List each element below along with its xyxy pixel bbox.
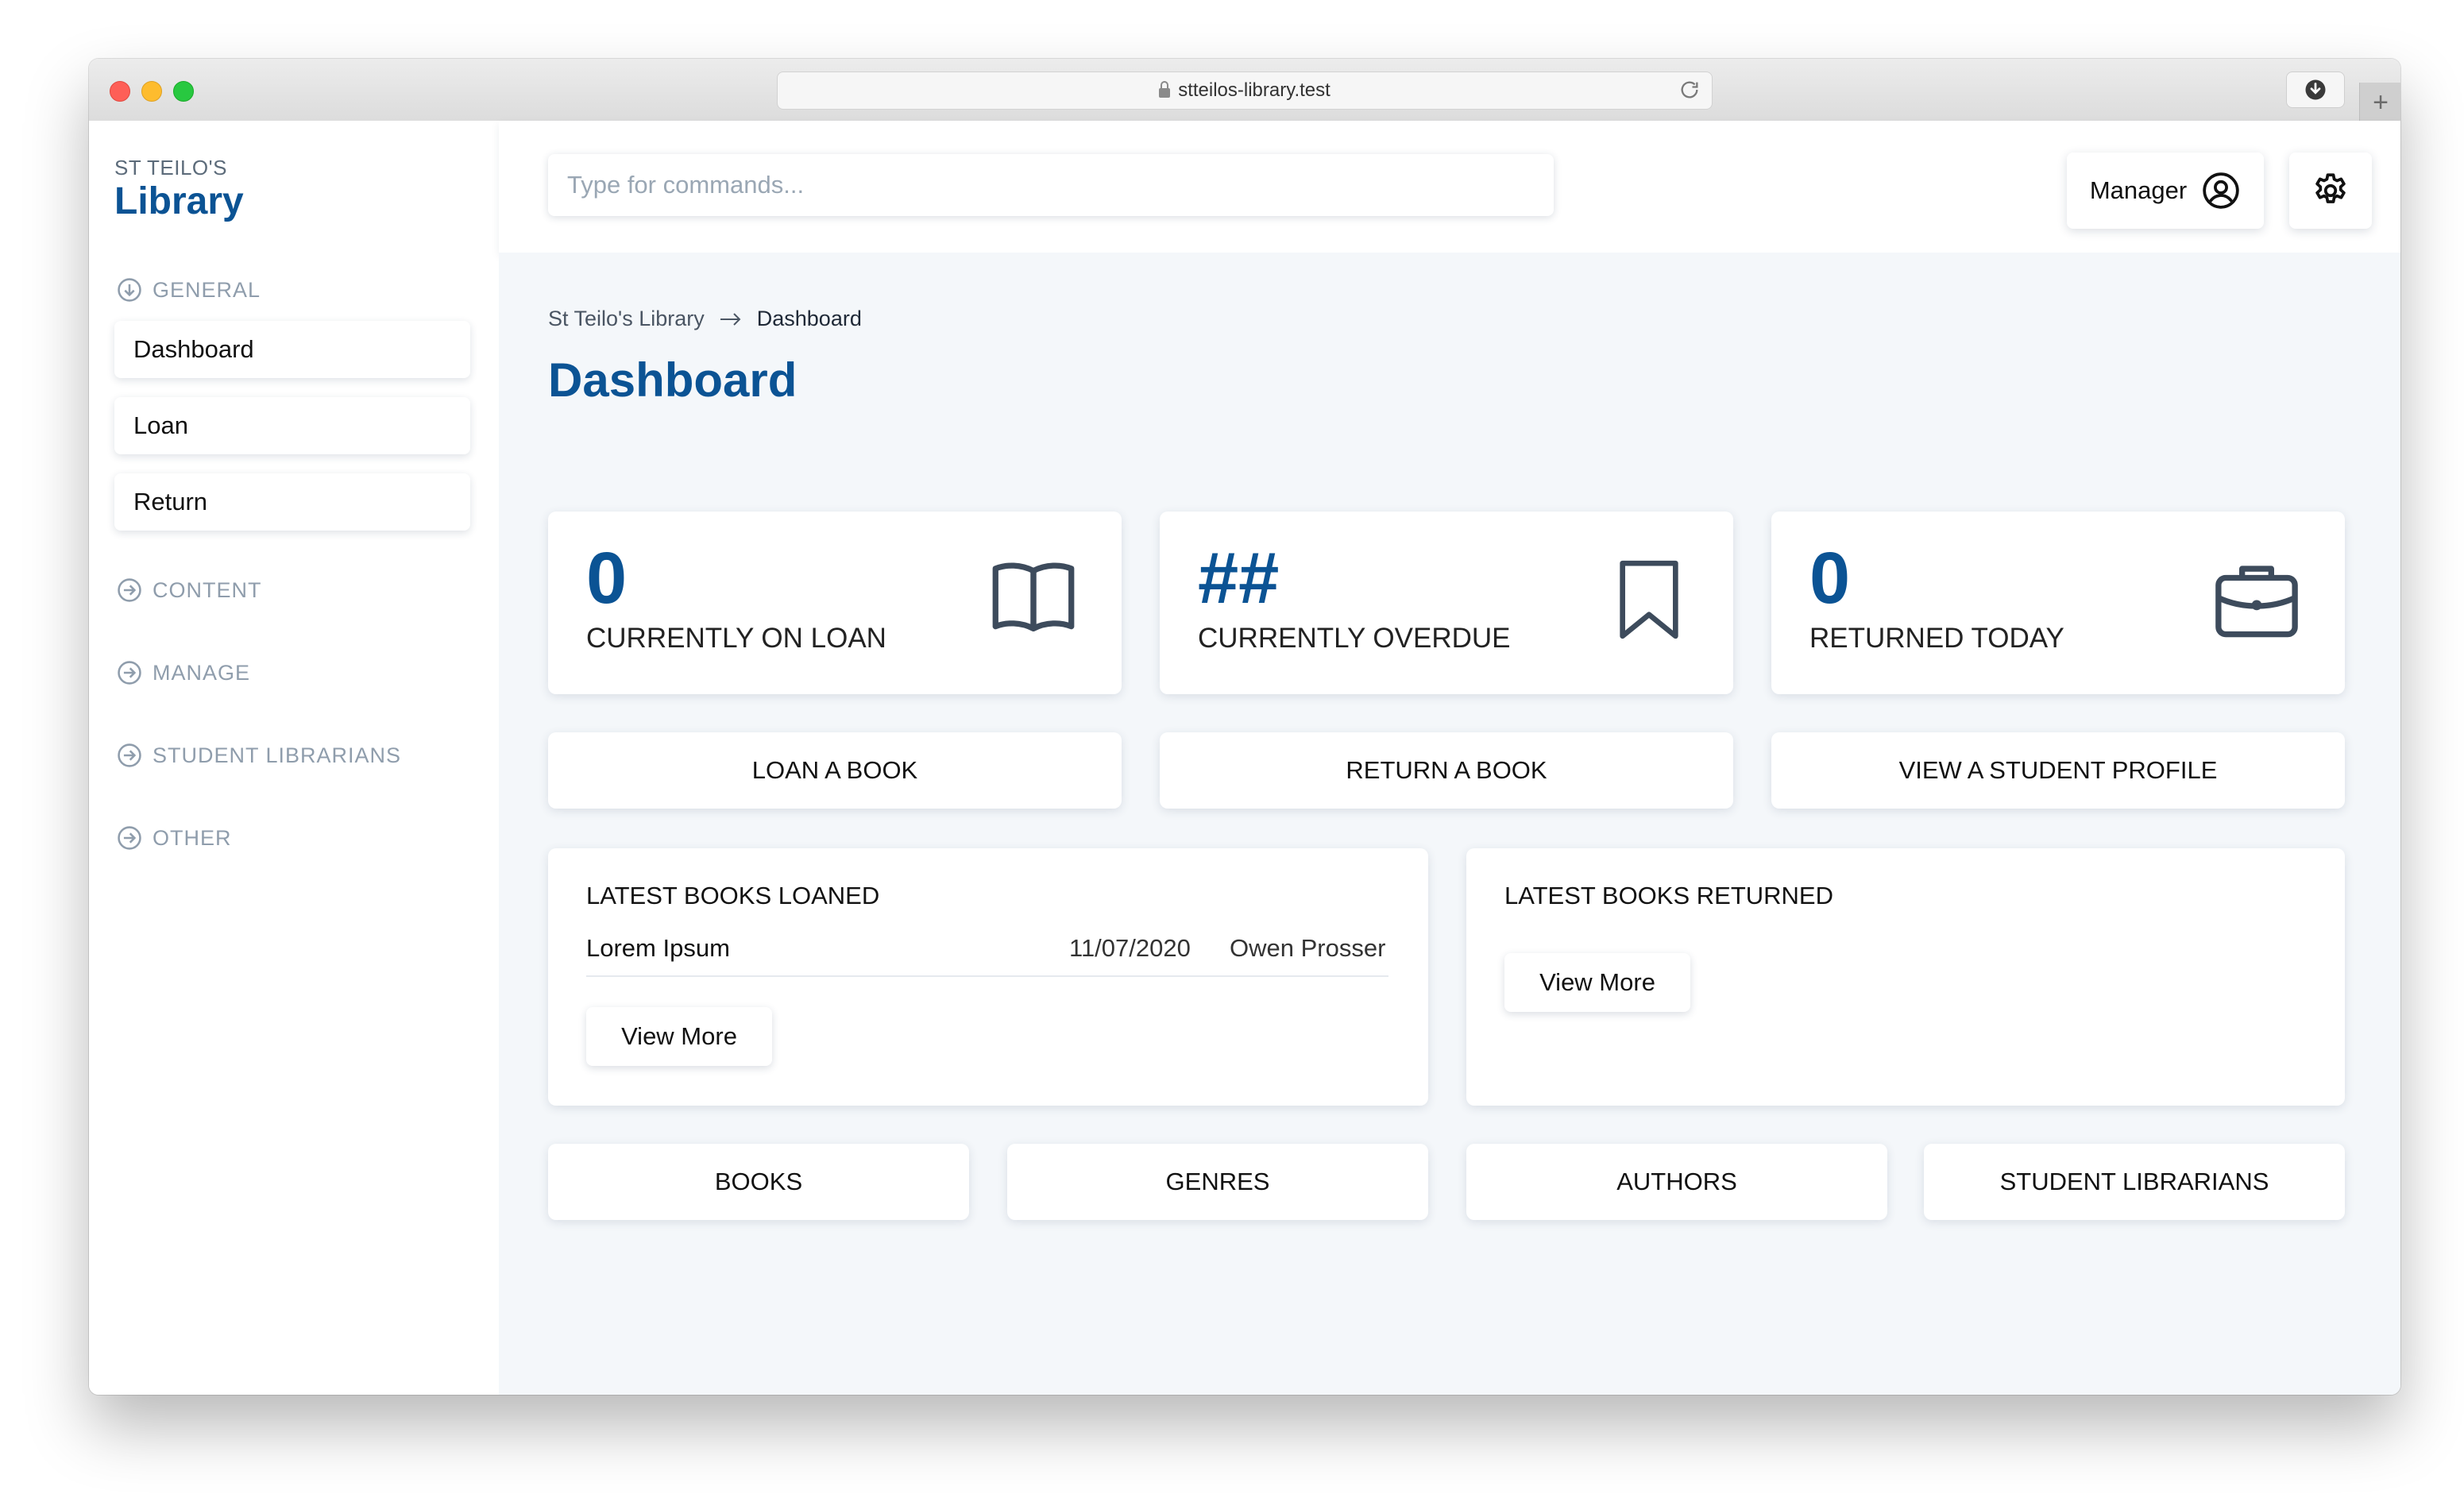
arrow-down-circle-icon (118, 278, 141, 302)
brand-subtitle: ST TEILO'S (114, 156, 227, 180)
download-icon (2305, 79, 2326, 100)
latest-loaned-panel: LATEST BOOKS LOANED Lorem Ipsum 11/07/20… (548, 848, 1428, 1106)
reload-icon[interactable] (1678, 79, 1701, 101)
user-label: Manager (2089, 176, 2188, 204)
book-title: Lorem Ipsum (586, 934, 730, 962)
minimize-window-button[interactable] (141, 81, 162, 102)
browser-window: stteilos-library.test + ST TEILO'S Libra… (89, 59, 2400, 1395)
stat-label: RETURNED TODAY (1809, 623, 2064, 654)
top-bar: Manager (499, 121, 2400, 253)
stat-label: CURRENTLY ON LOAN (586, 623, 886, 654)
stat-card-overdue: ## CURRENTLY OVERDUE (1160, 512, 1733, 694)
section-label: OTHER (153, 825, 232, 850)
url-text: stteilos-library.test (1178, 79, 1330, 101)
section-label: CONTENT (153, 577, 262, 602)
maximize-window-button[interactable] (173, 81, 194, 102)
section-general[interactable]: GENERAL (116, 276, 261, 303)
sidebar-item-dashboard[interactable]: Dashboard (114, 321, 470, 378)
book-open-icon (992, 562, 1075, 631)
brand-title[interactable]: Library (114, 180, 244, 223)
lock-icon (1159, 81, 1171, 98)
stat-value: ## (1198, 538, 1280, 619)
authors-link-button[interactable]: AUTHORS (1466, 1144, 1887, 1220)
genres-link-button[interactable]: GENRES (1007, 1144, 1428, 1220)
sidebar-item-loan[interactable]: Loan (114, 397, 470, 454)
briefcase-icon (2215, 566, 2298, 638)
stat-value: 0 (1809, 538, 1851, 619)
new-tab-button[interactable]: + (2359, 83, 2400, 121)
settings-button[interactable] (2289, 153, 2372, 229)
loan-a-book-button[interactable]: LOAN A BOOK (548, 732, 1122, 809)
close-window-button[interactable] (110, 81, 130, 102)
page-title: Dashboard (548, 353, 798, 407)
stat-card-on-loan: 0 CURRENTLY ON LOAN (548, 512, 1122, 694)
stat-label: CURRENTLY OVERDUE (1198, 623, 1511, 654)
arrow-right-circle-icon (118, 743, 141, 767)
view-student-profile-button[interactable]: VIEW A STUDENT PROFILE (1771, 732, 2345, 809)
arrow-right-circle-icon (118, 578, 141, 602)
breadcrumb-current: Dashboard (756, 307, 862, 330)
arrow-right-circle-icon (118, 826, 141, 850)
table-row[interactable]: Lorem Ipsum 11/07/2020 Owen Prosser (586, 931, 1388, 977)
downloads-button[interactable] (2286, 71, 2345, 108)
section-manage[interactable]: MANAGE (116, 659, 250, 686)
latest-returned-panel: LATEST BOOKS RETURNED View More (1466, 848, 2345, 1106)
loan-date: 11/07/2020 (1069, 934, 1191, 962)
stat-card-returned-today: 0 RETURNED TODAY (1771, 512, 2345, 694)
sidebar: ST TEILO'S Library GENERAL Dashboard Loa… (89, 121, 500, 1395)
breadcrumb: St Teilo's Library Dashboard (548, 307, 862, 331)
sidebar-item-label: Dashboard (133, 335, 254, 363)
user-circle-icon (2203, 172, 2239, 209)
stat-value: 0 (586, 538, 628, 619)
return-a-book-button[interactable]: RETURN A BOOK (1160, 732, 1733, 809)
main-content: St Teilo's Library Dashboard Dashboard 0… (499, 253, 2400, 1395)
arrow-right-circle-icon (118, 661, 141, 685)
books-link-button[interactable]: BOOKS (548, 1144, 969, 1220)
student-librarians-link-button[interactable]: STUDENT LIBRARIANS (1924, 1144, 2345, 1220)
panel-title: LATEST BOOKS RETURNED (1504, 882, 1833, 909)
panel-title: LATEST BOOKS LOANED (586, 882, 880, 909)
section-label: GENERAL (153, 277, 261, 302)
section-label: STUDENT LIBRARIANS (153, 743, 402, 767)
user-menu-button[interactable]: Manager (2067, 153, 2264, 229)
section-label: MANAGE (153, 660, 251, 685)
view-more-loaned-button[interactable]: View More (586, 1007, 772, 1066)
sidebar-item-return[interactable]: Return (114, 473, 470, 531)
sidebar-item-label: Return (133, 488, 208, 515)
sidebar-item-label: Loan (133, 411, 188, 439)
section-other[interactable]: OTHER (116, 824, 232, 851)
section-student-librarians[interactable]: STUDENT LIBRARIANS (116, 742, 401, 769)
browser-titlebar: stteilos-library.test + (89, 59, 2400, 122)
gear-icon (2315, 173, 2346, 203)
breadcrumb-root[interactable]: St Teilo's Library (548, 307, 705, 331)
borrower-name: Owen Prosser (1230, 934, 1386, 962)
address-bar[interactable]: stteilos-library.test (777, 71, 1713, 110)
view-more-returned-button[interactable]: View More (1504, 953, 1690, 1012)
section-content[interactable]: CONTENT (116, 577, 262, 604)
arrow-right-icon (720, 312, 741, 326)
command-search-input[interactable] (548, 154, 1554, 216)
bookmark-icon (1620, 560, 1678, 639)
